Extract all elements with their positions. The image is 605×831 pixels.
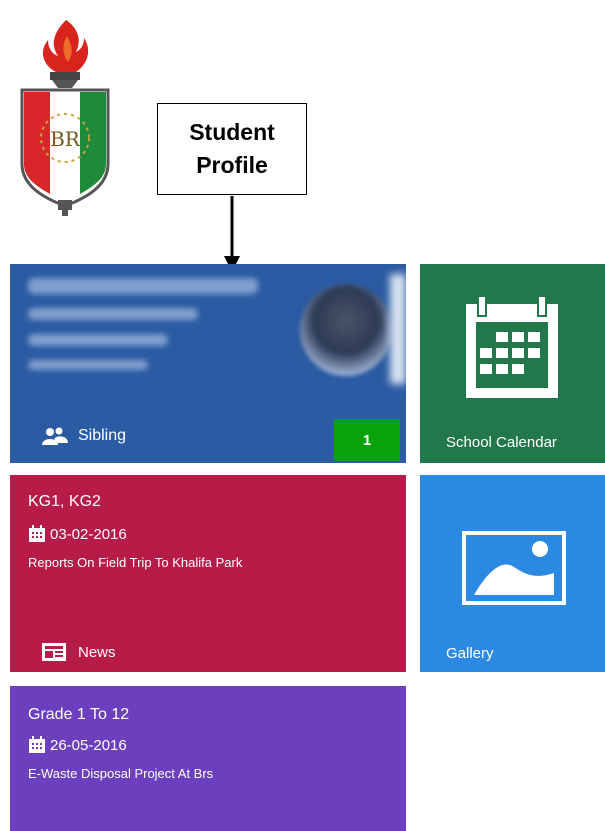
news-headline[interactable]: Reports On Field Trip To Khalifa Park (28, 555, 242, 570)
callout-line-1: Student (189, 119, 275, 145)
announcement-headline[interactable]: E-Waste Disposal Project At Brs (28, 766, 213, 781)
school-calendar-label: School Calendar (446, 434, 557, 451)
student-photo (300, 284, 392, 376)
announcement-tile[interactable]: Grade 1 To 12 26-05-2016 E-Waste Disposa… (10, 686, 406, 831)
image-icon (462, 531, 566, 605)
school-logo: BR (20, 20, 110, 216)
news-tile[interactable]: KG1, KG2 03-02-2016 Reports On Field Tri… (10, 475, 406, 672)
arrow-down-icon (224, 196, 240, 272)
calendar-icon (466, 296, 558, 398)
news-label: News (78, 643, 116, 661)
news-date: 03-02-2016 (50, 525, 127, 543)
sibling-count-badge: 1 (334, 419, 400, 461)
student-profile-tile[interactable]: Sibling 1 (10, 264, 406, 463)
school-calendar-tile[interactable]: School Calendar (420, 264, 605, 463)
users-icon (42, 427, 68, 445)
sibling-label: Sibling (78, 427, 127, 444)
callout-line-2: Profile (196, 152, 268, 178)
gallery-tile[interactable]: Gallery (420, 475, 605, 672)
sibling-link[interactable]: Sibling (42, 427, 126, 445)
announcement-date: 26-05-2016 (50, 736, 127, 754)
calendar-small-icon (29, 736, 45, 753)
newspaper-icon (42, 643, 66, 661)
news-grades: KG1, KG2 (28, 493, 101, 510)
announcement-date-row: 26-05-2016 (28, 736, 127, 754)
announcement-grades: Grade 1 To 12 (28, 706, 130, 723)
photo-edge (390, 274, 406, 384)
logo-text: BR (50, 127, 81, 151)
news-date-row: 03-02-2016 (28, 525, 127, 543)
calendar-small-icon (29, 525, 45, 542)
gallery-label: Gallery (446, 645, 494, 662)
blurred-student-info (28, 278, 258, 384)
student-profile-callout: Student Profile (157, 103, 307, 195)
news-link[interactable]: News (42, 643, 116, 661)
